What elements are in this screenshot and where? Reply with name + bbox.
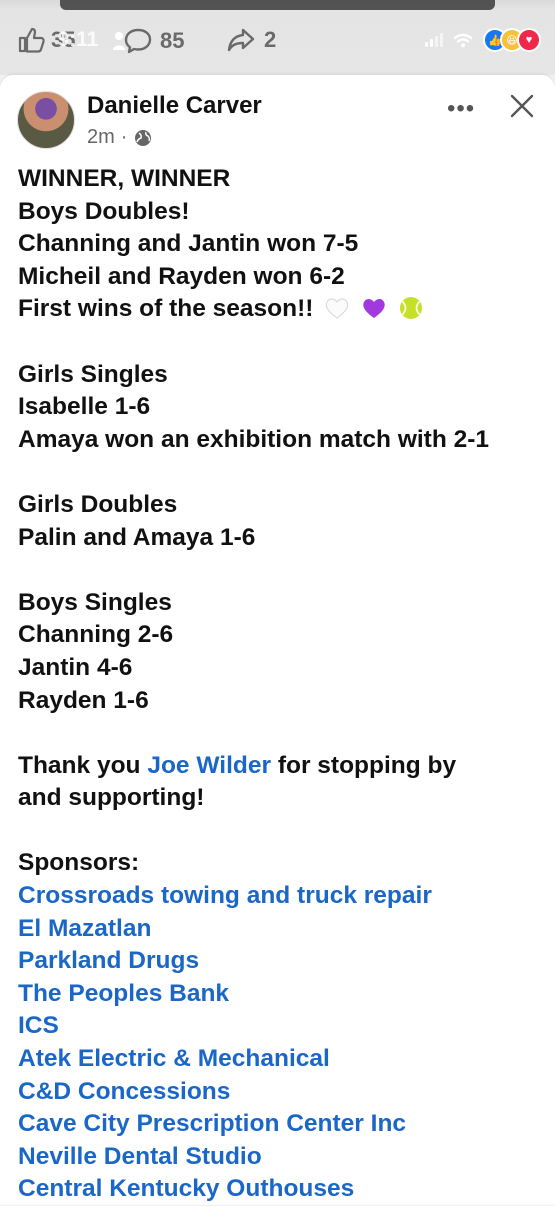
share-count: 2	[264, 27, 277, 52]
post-line: Rayden 1-6	[18, 686, 149, 714]
post-line-with-emoji: First wins of the season!!	[18, 293, 548, 326]
wifi-icon	[453, 33, 473, 48]
comment-count-button[interactable]: 85	[113, 27, 184, 55]
thanks-line: Thank you Joe Wilder for stopping by	[18, 750, 548, 783]
signal-icon	[425, 33, 443, 47]
comment-icon	[124, 28, 152, 54]
like-count-button[interactable]: 35 9:11	[18, 27, 98, 53]
sponsors-heading: Sponsors:	[18, 849, 140, 877]
share-arrow-icon	[227, 28, 255, 52]
post-line: Palin and Amaya 1-6	[18, 523, 256, 551]
more-options-button[interactable]: •••	[447, 95, 475, 123]
post-line: Amaya won an exhibition match with 2-1	[18, 425, 490, 453]
status-time: 9:11	[57, 28, 99, 51]
close-icon[interactable]	[509, 93, 535, 119]
sponsor-link[interactable]: C&D Concessions	[18, 1076, 548, 1109]
sponsor-link[interactable]: El Mazatlan	[18, 913, 548, 946]
globe-icon	[135, 129, 152, 146]
share-count-button[interactable]: 2	[226, 27, 276, 53]
post-meta: 2m ·	[87, 126, 153, 149]
tennis-ball-icon	[399, 297, 422, 320]
post-line: WINNER, WINNER	[18, 165, 231, 192]
purple-heart-icon	[363, 299, 385, 319]
reaction-summary-bar: 35 9:11 85 2 👍 😆 ♥	[0, 0, 555, 75]
post-card: Danielle Carver 2m · ••• WINNER, WINNER …	[0, 75, 555, 1205]
sponsor-link[interactable]: Crossroads towing and truck repair	[18, 880, 548, 913]
post-line: Micheil and Rayden won 6-2	[18, 262, 345, 290]
mention-link[interactable]: Joe Wilder	[147, 752, 271, 779]
sponsor-link[interactable]: The Peoples Bank	[18, 978, 548, 1011]
sponsor-link[interactable]: ICS	[18, 1010, 548, 1043]
sponsor-link[interactable]: Cave City Prescription Center Inc	[18, 1108, 548, 1141]
post-line: Channing 2-6	[18, 621, 174, 649]
post-line: Jantin 4-6	[18, 653, 133, 681]
post-line: Channing and Jantin won 7-5	[18, 230, 359, 258]
sponsor-link[interactable]: Atek Electric & Mechanical	[18, 1043, 548, 1076]
thanks-text-end: for stopping by	[277, 751, 457, 779]
post-line: Girls Doubles	[18, 490, 178, 518]
avatar[interactable]	[17, 91, 75, 149]
post-line: and supporting!	[18, 784, 205, 812]
post-line: Girls Singles	[18, 360, 168, 388]
comment-count: 85	[160, 28, 185, 53]
white-heart-icon	[326, 298, 349, 319]
thanks-text: Thank you	[18, 751, 141, 779]
post-line: Boys Singles	[18, 588, 172, 616]
author-name[interactable]: Danielle Carver	[87, 92, 262, 120]
status-bar-right: 👍 😆 ♥	[425, 28, 541, 52]
post-time[interactable]: 2m	[87, 126, 115, 149]
post-line: Isabelle 1-6	[18, 393, 151, 421]
sponsor-link[interactable]: Central Kentucky Outhouses	[18, 1173, 548, 1206]
post-body: WINNER, WINNER Boys Doubles! Channing an…	[18, 163, 548, 1206]
sponsor-link[interactable]: Neville Dental Studio	[18, 1141, 548, 1174]
reaction-icons[interactable]: 👍 😆 ♥	[483, 28, 541, 52]
video-frame-edge	[60, 0, 495, 10]
post-line: Boys Doubles!	[18, 197, 190, 225]
thumbs-up-icon	[18, 27, 45, 53]
post-line: First wins of the season!!	[18, 295, 314, 323]
love-reaction-icon: ♥	[517, 28, 541, 52]
sponsor-link[interactable]: Parkland Drugs	[18, 945, 548, 978]
